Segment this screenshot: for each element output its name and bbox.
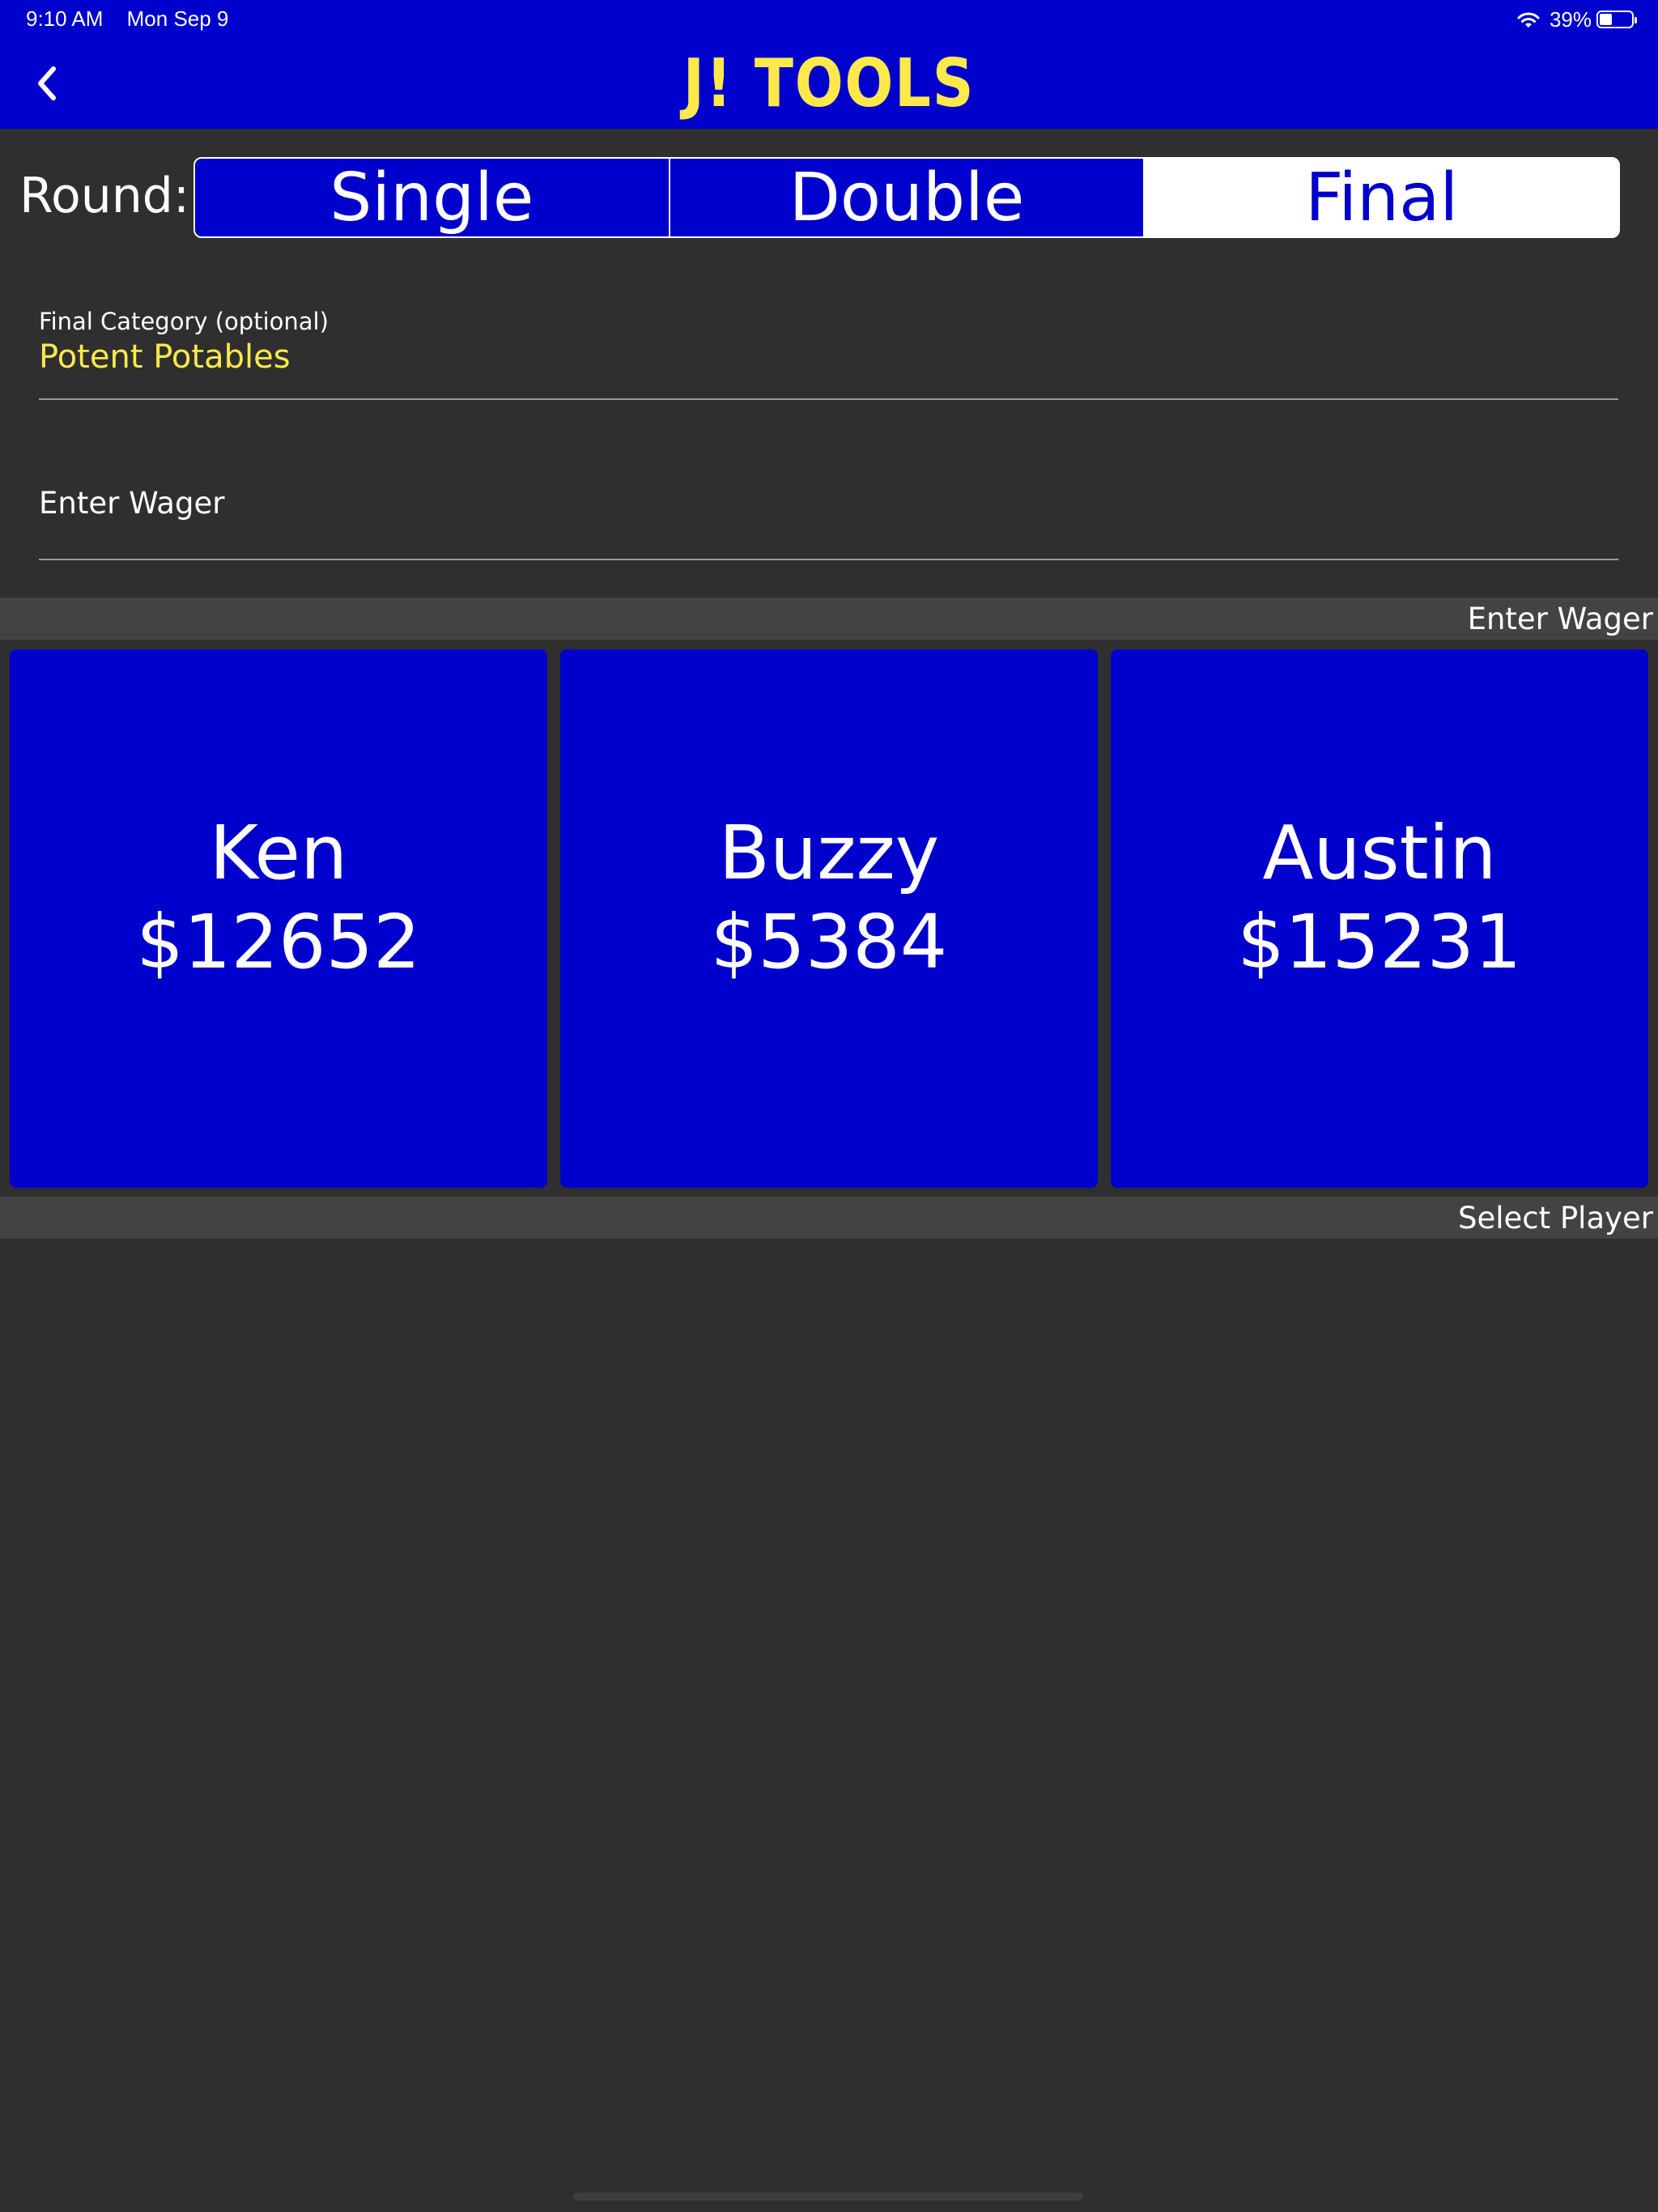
home-indicator[interactable]	[573, 2193, 1083, 2201]
round-option-single[interactable]: Single	[195, 159, 669, 236]
app-logo: J! TOOLS	[682, 45, 976, 122]
status-date: Mon Sep 9	[126, 6, 229, 31]
select-player-header: Select Player	[0, 1197, 1658, 1239]
player-score: $5384	[710, 898, 948, 985]
status-indicators: 39%	[1516, 6, 1637, 32]
player-grid: Ken $12652 Buzzy $5384 Austin $15231	[10, 649, 1648, 1188]
battery-level	[1600, 14, 1612, 25]
final-category-label: Final Category (optional)	[39, 308, 329, 335]
battery-percent: 39%	[1549, 6, 1592, 32]
player-score: $15231	[1237, 898, 1522, 985]
player-card-austin[interactable]: Austin $15231	[1111, 649, 1648, 1188]
final-category-field[interactable]: Final Category (optional) Potent Potable…	[39, 304, 1618, 400]
chevron-left-icon	[38, 66, 56, 100]
player-score: $12652	[136, 898, 421, 985]
wifi-icon	[1517, 12, 1540, 28]
status-clock: 9:10 AM	[26, 6, 104, 31]
round-option-final[interactable]: Final	[1143, 159, 1618, 236]
battery-icon	[1596, 11, 1637, 28]
round-segmented-control: Single Double Final	[193, 157, 1620, 238]
round-option-double[interactable]: Double	[668, 159, 1144, 236]
player-card-buzzy[interactable]: Buzzy $5384	[560, 649, 1098, 1188]
player-name: Austin	[1262, 809, 1497, 896]
player-card-ken[interactable]: Ken $12652	[10, 649, 547, 1188]
back-button[interactable]	[23, 57, 71, 110]
wager-placeholder: Enter Wager	[39, 486, 225, 521]
player-name: Buzzy	[718, 809, 940, 896]
enter-wager-header-label: Enter Wager	[1467, 602, 1653, 636]
wager-input[interactable]: Enter Wager	[39, 470, 1618, 560]
navigation-bar: 9:10 AM Mon Sep 9 39% J! TOOLS	[0, 0, 1658, 129]
enter-wager-header: Enter Wager	[0, 598, 1658, 640]
status-time: 9:10 AM Mon Sep 9	[26, 6, 246, 32]
final-category-value[interactable]: Potent Potables	[39, 338, 291, 376]
select-player-header-label: Select Player	[1457, 1201, 1653, 1236]
round-label: Round:	[19, 168, 190, 224]
player-name: Ken	[209, 809, 348, 896]
round-selector-row: Round: Single Double Final	[0, 157, 1658, 238]
